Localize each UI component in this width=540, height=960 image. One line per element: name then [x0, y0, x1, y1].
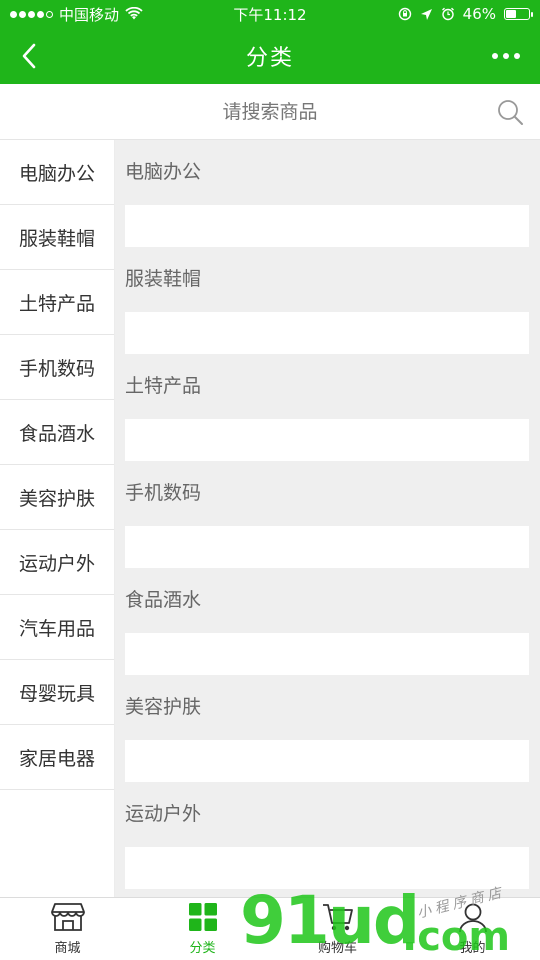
sidebar-item-sports-outdoor[interactable]: 运动户外: [0, 530, 114, 595]
carrier-label: 中国移动: [59, 5, 120, 24]
sidebar-item-label: 手机数码: [19, 357, 96, 380]
search-bar: [0, 84, 540, 140]
sidebar-item-label: 家居电器: [19, 747, 96, 770]
bottom-tab-bar: 商城 分类 购物车 我的: [0, 897, 540, 960]
category-section: 美容护肤: [125, 675, 529, 782]
tab-category[interactable]: 分类: [135, 898, 270, 960]
signal-strength-icon: [10, 10, 53, 18]
status-left: 中国移动: [10, 4, 143, 25]
battery-percent: 46%: [462, 5, 496, 23]
category-section-title: 运动户外: [125, 803, 202, 825]
battery-icon: [504, 8, 533, 20]
sidebar-item-phones-digital[interactable]: 手机数码: [0, 335, 114, 400]
store-icon: [50, 900, 86, 934]
sidebar-item-label: 食品酒水: [19, 422, 96, 445]
category-section-box[interactable]: [125, 633, 529, 675]
sidebar-item-apparel[interactable]: 服装鞋帽: [0, 205, 114, 270]
tab-label: 购物车: [317, 941, 357, 956]
category-section: 手机数码: [125, 461, 529, 568]
search-icon[interactable]: [496, 98, 524, 126]
category-section-title: 手机数码: [125, 482, 202, 504]
more-button[interactable]: [492, 44, 520, 68]
sidebar-item-baby-toys[interactable]: 母婴玩具: [0, 660, 114, 725]
sidebar-item-food-drinks[interactable]: 食品酒水: [0, 400, 114, 465]
tab-label: 商城: [54, 941, 81, 956]
category-section: 运动户外: [125, 782, 529, 889]
sidebar-item-beauty-skincare[interactable]: 美容护肤: [0, 465, 114, 530]
category-content: 电脑办公 服装鞋帽 土特产品 手机数码 食品酒水 美容护肤 运动户外: [115, 140, 540, 897]
alarm-icon: [441, 7, 454, 21]
category-section-title: 服装鞋帽: [125, 268, 202, 290]
location-arrow-icon: [420, 8, 432, 20]
tab-mall[interactable]: 商城: [0, 898, 135, 960]
status-bar: 中国移动 下午11:12 46%: [0, 0, 540, 28]
category-sidebar: 电脑办公 服装鞋帽 土特产品 手机数码 食品酒水 美容护肤 运动户外 汽车用品 …: [0, 140, 115, 897]
grid-icon: [185, 900, 221, 934]
main-area: 电脑办公 服装鞋帽 土特产品 手机数码 食品酒水 美容护肤 运动户外 汽车用品 …: [0, 140, 540, 897]
category-section-box[interactable]: [125, 205, 529, 247]
category-section-box[interactable]: [125, 419, 529, 461]
sidebar-item-car-supplies[interactable]: 汽车用品: [0, 595, 114, 660]
category-section-title: 食品酒水: [125, 589, 202, 611]
category-section-title: 土特产品: [125, 375, 202, 397]
sidebar-item-label: 电脑办公: [19, 162, 96, 185]
rotation-lock-icon: [398, 7, 411, 21]
wifi-icon: [125, 7, 143, 20]
sidebar-item-label: 土特产品: [19, 292, 96, 315]
sidebar-item-label: 汽车用品: [19, 617, 96, 640]
category-section: 服装鞋帽: [125, 247, 529, 354]
sidebar-item-local-specialties[interactable]: 土特产品: [0, 270, 114, 335]
tab-label: 分类: [189, 941, 216, 956]
category-section-box[interactable]: [125, 526, 529, 568]
category-section: 食品酒水: [125, 568, 529, 675]
sidebar-item-home-appliances[interactable]: 家居电器: [0, 725, 114, 790]
nav-bar: 分类: [0, 28, 540, 84]
tab-me[interactable]: 我的: [405, 898, 540, 960]
sidebar-item-label: 美容护肤: [19, 487, 96, 510]
cart-icon: [320, 900, 356, 934]
page-title: 分类: [245, 46, 294, 71]
category-section-title: 美容护肤: [125, 696, 202, 718]
sidebar-item-label: 服装鞋帽: [19, 227, 96, 250]
sidebar-item-label: 母婴玩具: [19, 682, 96, 705]
more-dots-icon: [492, 53, 498, 59]
category-section-title: 电脑办公: [125, 161, 202, 183]
category-section: 电脑办公: [125, 140, 529, 247]
tab-label: 我的: [459, 941, 486, 956]
category-section: 土特产品: [125, 354, 529, 461]
category-section-box[interactable]: [125, 847, 529, 889]
sidebar-item-label: 运动户外: [19, 552, 96, 575]
sidebar-item-computer-office[interactable]: 电脑办公: [0, 140, 114, 205]
tab-cart[interactable]: 购物车: [270, 898, 405, 960]
battery-level: [506, 10, 516, 18]
search-input[interactable]: [60, 100, 480, 123]
category-section-box[interactable]: [125, 740, 529, 782]
category-section-box[interactable]: [125, 312, 529, 354]
status-right: 46%: [398, 5, 533, 23]
user-icon: [455, 900, 491, 934]
